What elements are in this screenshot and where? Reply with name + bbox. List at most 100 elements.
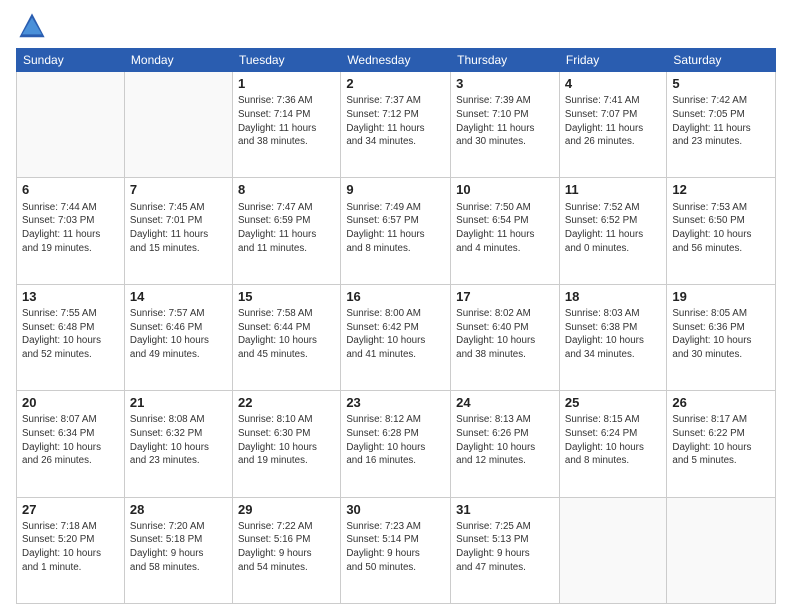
day-number: 22 — [238, 394, 335, 412]
day-info: Sunrise: 8:12 AM Sunset: 6:28 PM Dayligh… — [346, 413, 445, 468]
calendar-cell: 10 Sunrise: 7:50 AM Sunset: 6:54 PM Dayli… — [451, 178, 560, 284]
calendar-cell: 24Sunrise: 8:13 AM Sunset: 6:26 PM Dayli… — [451, 391, 560, 497]
day-number: 26 — [672, 394, 770, 412]
day-number: 17 — [456, 288, 554, 306]
calendar-cell: 5Sunrise: 7:42 AM Sunset: 7:05 PM Daylig… — [667, 72, 776, 178]
calendar-cell: 15Sunrise: 7:58 AM Sunset: 6:44 PM Dayli… — [232, 284, 340, 390]
day-info: Sunrise: 7:47 AM Sunset: 6:59 PM Dayligh… — [238, 201, 335, 256]
calendar-cell: 27Sunrise: 7:18 AM Sunset: 5:20 PM Dayli… — [17, 497, 125, 603]
calendar-cell — [124, 72, 232, 178]
day-number: 18 — [565, 288, 662, 306]
calendar-table: SundayMondayTuesdayWednesdayThursdayFrid… — [16, 48, 776, 604]
day-info: Sunrise: 7:45 AM Sunset: 7:01 PM Dayligh… — [130, 201, 227, 256]
day-info: Sunrise: 8:03 AM Sunset: 6:38 PM Dayligh… — [565, 307, 662, 362]
day-number: 25 — [565, 394, 662, 412]
weekday-header-wednesday: Wednesday — [341, 49, 451, 72]
calendar-cell: 19Sunrise: 8:05 AM Sunset: 6:36 PM Dayli… — [667, 284, 776, 390]
day-number: 19 — [672, 288, 770, 306]
calendar-cell: 13Sunrise: 7:55 AM Sunset: 6:48 PM Dayli… — [17, 284, 125, 390]
calendar-cell — [667, 497, 776, 603]
day-number: 5 — [672, 75, 770, 93]
day-info: Sunrise: 7:49 AM Sunset: 6:57 PM Dayligh… — [346, 201, 445, 256]
week-row-2: 6Sunrise: 7:44 AM Sunset: 7:03 PM Daylig… — [17, 178, 776, 284]
calendar-cell: 21Sunrise: 8:08 AM Sunset: 6:32 PM Dayli… — [124, 391, 232, 497]
day-number: 12 — [672, 181, 770, 199]
header — [16, 12, 776, 40]
day-info: Sunrise: 7:52 AM Sunset: 6:52 PM Dayligh… — [565, 201, 662, 256]
day-info: Sunrise: 7:39 AM Sunset: 7:10 PM Dayligh… — [456, 94, 554, 149]
day-number: 27 — [22, 501, 119, 519]
day-number: 10 — [456, 181, 554, 199]
calendar-cell: 1Sunrise: 7:36 AM Sunset: 7:14 PM Daylig… — [232, 72, 340, 178]
day-number: 30 — [346, 501, 445, 519]
day-number: 8 — [238, 181, 335, 199]
day-info: Sunrise: 7:22 AM Sunset: 5:16 PM Dayligh… — [238, 520, 335, 575]
day-info: Sunrise: 7:57 AM Sunset: 6:46 PM Dayligh… — [130, 307, 227, 362]
day-info: Sunrise: 7:50 AM Sunset: 6:54 PM Dayligh… — [456, 201, 554, 256]
calendar-cell: 17Sunrise: 8:02 AM Sunset: 6:40 PM Dayli… — [451, 284, 560, 390]
calendar-cell: 2Sunrise: 7:37 AM Sunset: 7:12 PM Daylig… — [341, 72, 451, 178]
calendar-cell: 6Sunrise: 7:44 AM Sunset: 7:03 PM Daylig… — [17, 178, 125, 284]
day-number: 11 — [565, 181, 662, 199]
weekday-header-thursday: Thursday — [451, 49, 560, 72]
day-number: 20 — [22, 394, 119, 412]
day-info: Sunrise: 8:00 AM Sunset: 6:42 PM Dayligh… — [346, 307, 445, 362]
day-info: Sunrise: 7:20 AM Sunset: 5:18 PM Dayligh… — [130, 520, 227, 575]
day-info: Sunrise: 7:23 AM Sunset: 5:14 PM Dayligh… — [346, 520, 445, 575]
day-number: 24 — [456, 394, 554, 412]
week-row-4: 20Sunrise: 8:07 AM Sunset: 6:34 PM Dayli… — [17, 391, 776, 497]
day-info: Sunrise: 8:02 AM Sunset: 6:40 PM Dayligh… — [456, 307, 554, 362]
day-info: Sunrise: 8:08 AM Sunset: 6:32 PM Dayligh… — [130, 413, 227, 468]
weekday-header-tuesday: Tuesday — [232, 49, 340, 72]
day-info: Sunrise: 8:13 AM Sunset: 6:26 PM Dayligh… — [456, 413, 554, 468]
weekday-header-friday: Friday — [559, 49, 667, 72]
calendar-cell: 26Sunrise: 8:17 AM Sunset: 6:22 PM Dayli… — [667, 391, 776, 497]
calendar-cell: 29Sunrise: 7:22 AM Sunset: 5:16 PM Dayli… — [232, 497, 340, 603]
calendar-cell: 16Sunrise: 8:00 AM Sunset: 6:42 PM Dayli… — [341, 284, 451, 390]
day-number: 1 — [238, 75, 335, 93]
day-number: 3 — [456, 75, 554, 93]
day-number: 9 — [346, 181, 445, 199]
weekday-header-sunday: Sunday — [17, 49, 125, 72]
day-info: Sunrise: 7:41 AM Sunset: 7:07 PM Dayligh… — [565, 94, 662, 149]
calendar-cell: 12 Sunrise: 7:53 AM Sunset: 6:50 PM Dayli… — [667, 178, 776, 284]
calendar-cell: 7 Sunrise: 7:45 AM Sunset: 7:01 PM Daylig… — [124, 178, 232, 284]
week-row-1: 1Sunrise: 7:36 AM Sunset: 7:14 PM Daylig… — [17, 72, 776, 178]
day-info: Sunrise: 7:55 AM Sunset: 6:48 PM Dayligh… — [22, 307, 119, 362]
week-row-5: 27Sunrise: 7:18 AM Sunset: 5:20 PM Dayli… — [17, 497, 776, 603]
calendar-cell: 18Sunrise: 8:03 AM Sunset: 6:38 PM Dayli… — [559, 284, 667, 390]
day-info: Sunrise: 7:18 AM Sunset: 5:20 PM Dayligh… — [22, 520, 119, 575]
day-info: Sunrise: 7:53 AM Sunset: 6:50 PM Dayligh… — [672, 201, 770, 256]
day-info: Sunrise: 8:07 AM Sunset: 6:34 PM Dayligh… — [22, 413, 119, 468]
day-info: Sunrise: 7:37 AM Sunset: 7:12 PM Dayligh… — [346, 94, 445, 149]
calendar-cell: 28Sunrise: 7:20 AM Sunset: 5:18 PM Dayli… — [124, 497, 232, 603]
day-number: 23 — [346, 394, 445, 412]
page: SundayMondayTuesdayWednesdayThursdayFrid… — [0, 0, 792, 612]
calendar-cell: 30Sunrise: 7:23 AM Sunset: 5:14 PM Dayli… — [341, 497, 451, 603]
day-info: Sunrise: 7:58 AM Sunset: 6:44 PM Dayligh… — [238, 307, 335, 362]
day-info: Sunrise: 7:44 AM Sunset: 7:03 PM Dayligh… — [22, 201, 119, 256]
day-number: 16 — [346, 288, 445, 306]
weekday-header-row: SundayMondayTuesdayWednesdayThursdayFrid… — [17, 49, 776, 72]
day-number: 31 — [456, 501, 554, 519]
day-info: Sunrise: 8:05 AM Sunset: 6:36 PM Dayligh… — [672, 307, 770, 362]
calendar-cell — [17, 72, 125, 178]
day-info: Sunrise: 8:17 AM Sunset: 6:22 PM Dayligh… — [672, 413, 770, 468]
calendar-cell: 31Sunrise: 7:25 AM Sunset: 5:13 PM Dayli… — [451, 497, 560, 603]
calendar-cell: 11 Sunrise: 7:52 AM Sunset: 6:52 PM Dayli… — [559, 178, 667, 284]
logo-icon — [18, 12, 46, 40]
day-info: Sunrise: 8:10 AM Sunset: 6:30 PM Dayligh… — [238, 413, 335, 468]
day-number: 13 — [22, 288, 119, 306]
calendar-cell: 4Sunrise: 7:41 AM Sunset: 7:07 PM Daylig… — [559, 72, 667, 178]
calendar-cell: 9 Sunrise: 7:49 AM Sunset: 6:57 PM Daylig… — [341, 178, 451, 284]
day-number: 15 — [238, 288, 335, 306]
weekday-header-saturday: Saturday — [667, 49, 776, 72]
calendar-cell — [559, 497, 667, 603]
day-number: 2 — [346, 75, 445, 93]
day-info: Sunrise: 7:25 AM Sunset: 5:13 PM Dayligh… — [456, 520, 554, 575]
day-info: Sunrise: 7:42 AM Sunset: 7:05 PM Dayligh… — [672, 94, 770, 149]
day-number: 7 — [130, 181, 227, 199]
day-number: 29 — [238, 501, 335, 519]
day-number: 21 — [130, 394, 227, 412]
day-number: 14 — [130, 288, 227, 306]
